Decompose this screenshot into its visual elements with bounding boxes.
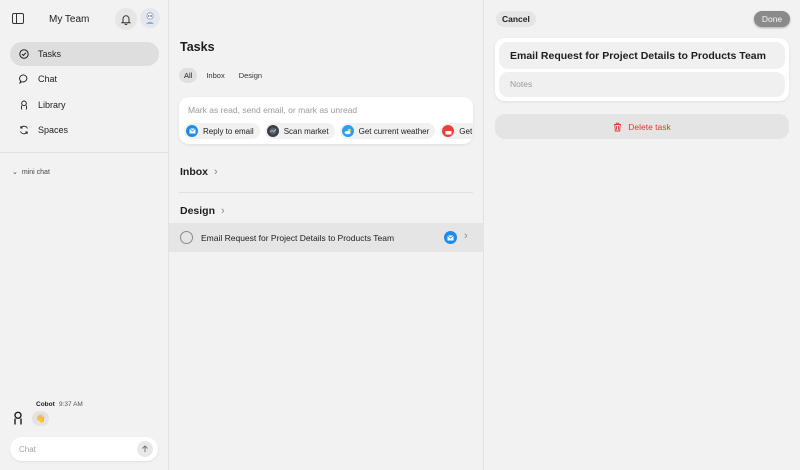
suggestion-chip-reply-email[interactable]: Reply to email bbox=[184, 123, 260, 139]
suggestion-label: Get e bbox=[459, 126, 473, 136]
task-title-field[interactable]: Email Request for Project Details to Pro… bbox=[499, 42, 785, 69]
sidebar-item-label: Tasks bbox=[38, 49, 62, 59]
suggestion-chip-weather[interactable]: Get current weather bbox=[339, 123, 436, 139]
message-sender: Cobot bbox=[36, 401, 55, 408]
bell-icon bbox=[121, 14, 131, 25]
page-title: Tasks bbox=[180, 40, 215, 54]
send-button[interactable] bbox=[137, 441, 153, 457]
section-design[interactable]: Design › bbox=[180, 205, 225, 217]
waving-hand-icon: 👋 bbox=[35, 414, 46, 423]
task-detail-card: Email Request for Project Details to Pro… bbox=[495, 38, 789, 101]
chat-input-box bbox=[10, 437, 158, 461]
robot-avatar-icon bbox=[146, 12, 154, 24]
library-icon bbox=[14, 411, 22, 425]
team-name[interactable]: My Team bbox=[49, 14, 89, 25]
calendar-icon bbox=[442, 125, 455, 137]
chat-bubble-icon bbox=[19, 74, 29, 85]
task-title: Email Request for Project Details to Pro… bbox=[201, 233, 395, 243]
delete-task-button[interactable]: Delete task bbox=[495, 114, 789, 139]
suggestion-chip-scan-market[interactable]: Scan market bbox=[264, 123, 335, 139]
mail-icon bbox=[444, 231, 457, 244]
suggestion-label: Reply to email bbox=[203, 126, 254, 136]
sidebar-header: My Team bbox=[0, 0, 169, 38]
task-row[interactable]: Email Request for Project Details to Pro… bbox=[169, 223, 484, 252]
suggestion-chip-get-event[interactable]: Get e bbox=[440, 123, 473, 139]
suggestion-label: Get current weather bbox=[358, 126, 430, 136]
sidebar-item-library[interactable]: Library bbox=[10, 93, 159, 117]
sidebar-divider bbox=[0, 152, 169, 153]
sidebar-item-tasks[interactable]: Tasks bbox=[10, 42, 159, 66]
chevron-right-icon: › bbox=[221, 205, 225, 217]
arrow-up-icon bbox=[142, 445, 148, 452]
chevron-right-icon: › bbox=[464, 230, 468, 242]
mini-chat-toggle[interactable]: ⌄ mini chat bbox=[12, 168, 50, 177]
task-detail-title: Email Request for Project Details to Pro… bbox=[510, 50, 766, 62]
section-inbox[interactable]: Inbox › bbox=[180, 166, 218, 178]
sidebar-item-spaces[interactable]: Spaces bbox=[10, 118, 159, 142]
suggestion-label: Scan market bbox=[283, 126, 329, 136]
sidebar: My Team Tasks Chat Library Spaces ⌄ mini… bbox=[0, 0, 169, 470]
spaces-icon bbox=[19, 125, 29, 135]
sidebar-item-label: Spaces bbox=[38, 124, 69, 135]
done-button[interactable]: Done bbox=[754, 11, 790, 27]
chevron-right-icon: › bbox=[214, 166, 218, 178]
chat-input[interactable] bbox=[19, 443, 134, 455]
message-bubble: 👋 bbox=[32, 411, 49, 426]
user-avatar[interactable] bbox=[140, 8, 160, 28]
sidebar-nav: Tasks Chat Library Spaces bbox=[10, 42, 159, 143]
library-icon bbox=[19, 100, 29, 110]
market-icon bbox=[266, 125, 279, 137]
delete-task-label: Delete task bbox=[628, 121, 671, 132]
command-input[interactable] bbox=[188, 104, 458, 116]
sidebar-item-label: Chat bbox=[38, 74, 58, 85]
sidebar-item-label: Library bbox=[38, 99, 66, 110]
notifications-button[interactable] bbox=[115, 8, 137, 30]
suggestion-chips: Reply to email Scan market Get current w… bbox=[184, 123, 473, 139]
section-divider bbox=[179, 192, 473, 193]
notes-field[interactable] bbox=[510, 78, 770, 90]
sidebar-toggle-icon[interactable] bbox=[12, 13, 24, 24]
task-composer: Reply to email Scan market Get current w… bbox=[179, 97, 473, 144]
task-list-pane: Tasks All Inbox Design Reply to email Sc… bbox=[169, 0, 484, 470]
sidebar-item-chat[interactable]: Chat bbox=[10, 67, 159, 91]
check-circle-icon bbox=[19, 49, 29, 59]
trash-icon bbox=[613, 122, 622, 132]
cancel-button[interactable]: Cancel bbox=[496, 11, 536, 27]
mail-icon bbox=[186, 125, 198, 137]
notes-field-wrap bbox=[499, 72, 785, 97]
task-complete-checkbox[interactable] bbox=[180, 231, 193, 244]
task-detail-pane: Cancel Done Email Request for Project De… bbox=[485, 0, 800, 470]
weather-icon bbox=[341, 125, 354, 137]
mini-chat-label: mini chat bbox=[21, 168, 50, 176]
filter-tabs: All Inbox Design bbox=[179, 68, 267, 83]
section-label: Design bbox=[180, 205, 216, 217]
message-timestamp: 9:37 AM bbox=[59, 401, 83, 408]
filter-tab-inbox[interactable]: Inbox bbox=[201, 68, 229, 83]
chevron-down-icon: ⌄ bbox=[12, 169, 18, 176]
section-label: Inbox bbox=[180, 166, 208, 178]
filter-tab-design[interactable]: Design bbox=[234, 68, 267, 83]
filter-tab-all[interactable]: All bbox=[179, 68, 198, 83]
